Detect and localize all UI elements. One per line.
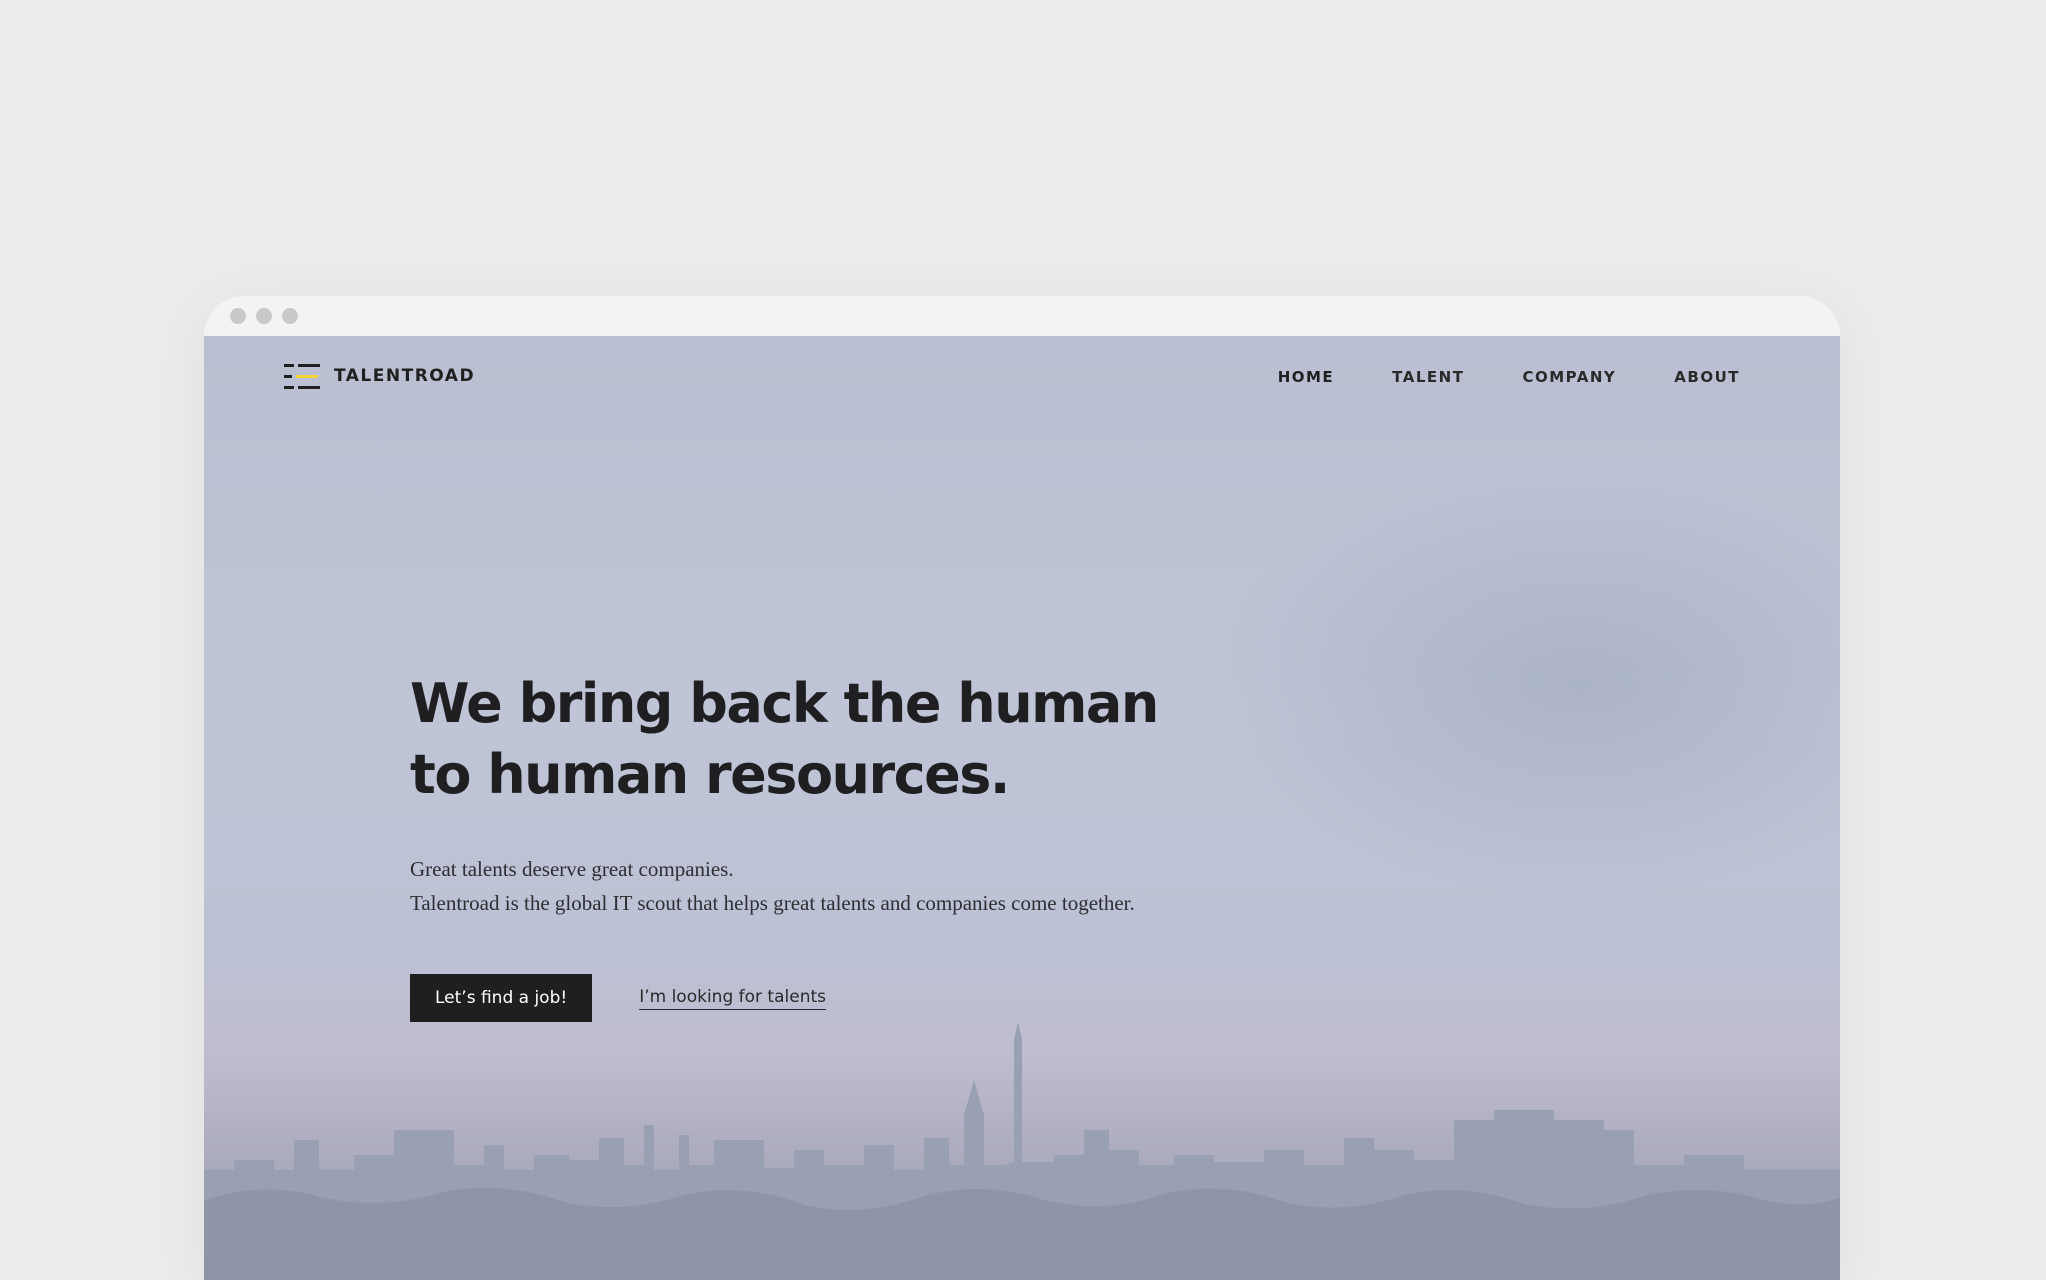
window-minimize-dot[interactable] <box>256 308 272 324</box>
nav-item-talent[interactable]: TALENT <box>1392 368 1464 386</box>
nav-item-company[interactable]: COMPANY <box>1522 368 1616 386</box>
hero-subtitle-line-1: Great talents deserve great companies. <box>410 857 734 881</box>
looking-for-talents-link[interactable]: I’m looking for talents <box>639 987 826 1010</box>
window-close-dot[interactable] <box>230 308 246 324</box>
logo-lines-icon <box>284 362 320 390</box>
hero-headline-line-2: to human resources. <box>410 743 1010 806</box>
hero-actions: Let’s find a job! I’m looking for talent… <box>410 974 1410 1022</box>
nav-item-home[interactable]: HOME <box>1277 368 1335 386</box>
nav-menu: HOME TALENT COMPANY ABOUT <box>1277 368 1740 386</box>
city-skyline-image <box>204 1022 1840 1280</box>
hero-subtitle-line-2: Talentroad is the global IT scout that h… <box>410 891 1135 915</box>
brand-logo[interactable]: TALENTROAD <box>284 362 475 390</box>
find-job-button[interactable]: Let’s find a job! <box>410 974 593 1022</box>
hero-content: We bring back the human to human resourc… <box>410 668 1410 1022</box>
top-navigation: TALENTROAD HOME TALENT COMPANY ABOUT <box>204 336 1840 426</box>
hero-headline: We bring back the human to human resourc… <box>410 668 1410 810</box>
brand-name: TALENTROAD <box>334 366 476 386</box>
hero-subtitle: Great talents deserve great companies. T… <box>410 852 1410 920</box>
hero-section: TALENTROAD HOME TALENT COMPANY ABOUT We … <box>204 336 1840 1280</box>
browser-window: TALENTROAD HOME TALENT COMPANY ABOUT We … <box>204 296 1840 1280</box>
nav-item-about[interactable]: ABOUT <box>1674 368 1740 386</box>
hero-headline-line-1: We bring back the human <box>410 672 1159 735</box>
window-maximize-dot[interactable] <box>282 308 298 324</box>
browser-title-bar <box>204 296 1840 336</box>
